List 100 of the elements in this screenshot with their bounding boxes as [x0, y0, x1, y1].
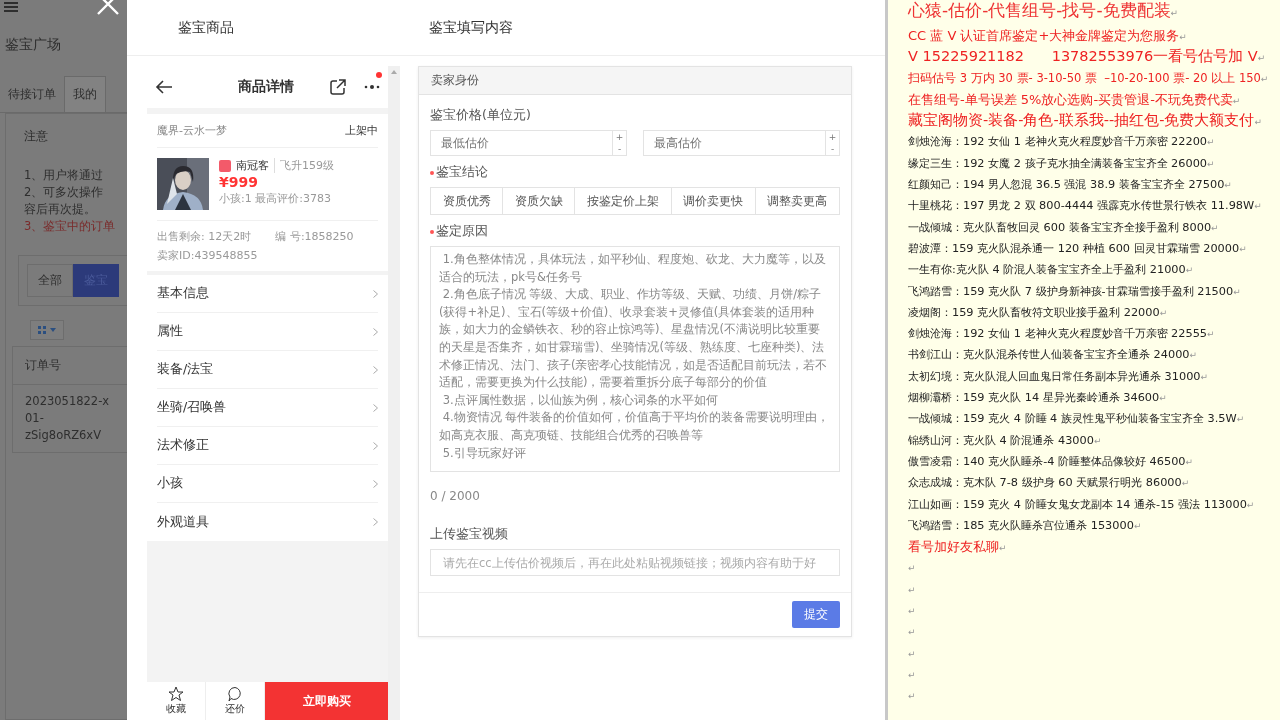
item-number: 编 号:1858250	[275, 229, 354, 244]
paragraph-mark: ↵	[908, 584, 916, 595]
chevron-icon	[373, 441, 378, 450]
menu-item-label: 基本信息	[157, 285, 209, 302]
paragraph-mark: ↵	[1207, 137, 1215, 148]
paragraph-mark: ↵	[1254, 117, 1262, 128]
document-line: 十里桃花：197 男龙 2 双 800-4444 强霹克水传世景行铁衣 11.98W	[908, 199, 1255, 213]
listing-status: 上架中	[345, 123, 378, 138]
document-line: 红颜知己：194 男人忽混 36.5 强混 38.9 装备宝宝齐全 27500	[908, 178, 1225, 192]
chevron-icon	[373, 518, 378, 526]
field-label: 上传鉴宝视频	[430, 526, 509, 543]
character-counter: 0 / 2000	[430, 489, 481, 503]
paragraph-mark: ↵	[1207, 329, 1215, 340]
paragraph-mark: ↵	[908, 606, 916, 616]
panel-title: 鉴宝商品	[177, 18, 235, 37]
document-line: 碧波潭：159 克火队混杀通一 120 种植 600 回灵甘霖瑞雪 20000	[908, 241, 1240, 255]
paragraph-mark: ↵	[1207, 158, 1215, 169]
chevron-icon	[373, 327, 378, 336]
document-line: 扫码估号 3 万内 30 票- 3-10-50 票 –10-20-100 票- 20 以上 150	[908, 70, 1261, 85]
notice-text: 3、鉴宝中的订单	[24, 218, 117, 235]
sale-time-left: 出售剩余: 12天2时	[157, 229, 253, 244]
more-icon[interactable]	[364, 84, 380, 90]
paragraph-mark: ↵	[1224, 180, 1232, 191]
price: ¥999	[219, 174, 259, 190]
back-icon[interactable]	[155, 80, 173, 94]
paragraph-mark: ↵	[908, 648, 916, 659]
menu-item[interactable]: 外观道具	[157, 503, 378, 541]
document-line: 傲雪凌霜：140 克火队睡杀-4 阶睡整体品像较好 46500	[908, 454, 1186, 468]
seller-id: 卖家ID:439548855	[157, 248, 258, 263]
paragraph-mark: ↵	[1181, 478, 1190, 489]
character-stats: 小孩:1 最高评价:3783	[219, 191, 332, 206]
star-icon	[168, 686, 184, 702]
reason-field[interactable]: 1.角色整体情况，具体玩法，如平秒仙、程度炮、砍龙、大力魔等，以及适合的玩法，pk号&任务号 2.角色底子情况 等级、大成、职业、作坊等级、天赋、功绩、月饼/粽子(获得+补足)、宝石(等级+价值)、收录套装+灵修值(具体套装的适用种族，如大力的金鳞铁衣、秒的容止惊鸿等)、星盘情况(不满说明比较重要的天星是否集齐，如甘霖瑞雪)、坐骑情况(等级、熟练度、七座种类)、法术修正情况、法门、孩子(亲密孝心技能情况，如是否适配目前玩法，若不适配，需要更换为什么技能)，需要着重拆分底子每部分的价值 3.点评属性数据，以仙族为例，核心词条的水平如何 4.物资情况 每件装备的价值如何，价值高于平均价的装备需要说明理由，如高克衣服、高克项链、技能组合优秀的召唤兽等 5.引导玩家好评	[430, 246, 840, 472]
video-link-field[interactable]: 请先在cc上传估价视频后，再在此处粘贴视频链接；视频内容有助于好	[430, 549, 840, 576]
chevron-icon	[373, 365, 378, 374]
menu-item[interactable]: 小孩	[157, 465, 378, 503]
menu-item-label: 装备/法宝	[157, 361, 214, 378]
paragraph-mark: ↵	[1189, 350, 1198, 361]
document-line: CC 蓝 V 认证首席鉴定+大神金牌鉴定为您服务	[908, 28, 1180, 43]
document-line: 在售组号-单号误差 5%放心选购-买贵管退-不玩免费代卖	[908, 91, 1233, 107]
paragraph-mark: ↵	[1246, 499, 1255, 510]
paragraph-mark: ↵	[1254, 201, 1262, 212]
paragraph-mark: ↵	[999, 543, 1007, 554]
paragraph-mark: ↵	[908, 669, 916, 680]
notice-title: 注意	[24, 128, 49, 145]
field-label: 鉴定原因	[436, 223, 488, 238]
share-icon[interactable]	[330, 79, 346, 95]
document-line: 缘定三生：192 女魔 2 孩子克水抽全满装备宝宝齐全 26000	[908, 156, 1208, 170]
view-toggle-button[interactable]	[30, 320, 64, 340]
document-line: 剑烛沧海：192 女仙 1 老神火克火程度妙音千万亲密 22555	[908, 327, 1208, 341]
menu-item-label: 小孩	[157, 475, 183, 492]
document-line: 江山如画：159 克火 4 阶睡女鬼女龙副本 14 通杀-15 强法 113000	[908, 497, 1247, 511]
paragraph-mark: ↵	[1236, 414, 1245, 425]
menu-icon[interactable]	[4, 2, 18, 12]
paragraph-mark: ↵	[1233, 286, 1241, 297]
section-header: 卖家身份	[419, 67, 851, 95]
paragraph-mark: ↵	[1133, 520, 1142, 531]
document-line: 书剑江山：克火队混杀传世人仙装备宝宝齐全通杀 24000	[908, 348, 1190, 362]
server-name: 魔界-云水一梦	[157, 123, 227, 138]
menu-item-label: 外观道具	[157, 513, 209, 531]
menu-item-label: 法术修正	[157, 437, 209, 454]
menu-item[interactable]: 属性	[157, 313, 378, 351]
notice-text: 容后再次提。	[24, 201, 97, 218]
menu-item[interactable]: 装备/法宝	[157, 351, 378, 389]
menu-item-label: 属性	[157, 323, 183, 340]
paragraph-mark: ↵	[1185, 265, 1194, 276]
document-line: 一生有你:克火队 4 阶混人装备宝宝齐全上手盈利 21000	[908, 263, 1186, 277]
document-line: V 15225921182 13782553976一看号估号加 V	[908, 48, 1258, 65]
tab[interactable]: 我的	[64, 76, 106, 112]
paragraph-mark: ↵	[1232, 95, 1241, 106]
number-field[interactable]: 最低估价 + -	[430, 130, 627, 156]
document-line: 心猿-估价-代售组号-找号-免费配装	[908, 0, 1171, 20]
document-line: 看号加好友私聊	[908, 539, 999, 555]
number-field[interactable]: 最高估价 + -	[643, 130, 840, 156]
paragraph-mark: ↵	[1260, 73, 1269, 84]
close-icon[interactable]	[95, 0, 121, 16]
submit-button[interactable]: 提交	[792, 601, 840, 628]
document-line: 剑烛沧海：192 女仙 1 老神火克火程度妙音千万亲密 22200	[908, 135, 1208, 149]
paragraph-mark: ↵	[1257, 53, 1266, 64]
character-name: 南冠客	[236, 158, 269, 173]
chevron-icon	[373, 289, 378, 298]
notice-text: 1、用户将通过	[24, 167, 105, 184]
menu-item[interactable]: 坐骑/召唤兽	[157, 389, 378, 427]
document-line: 藏宝阁物资-装备-角色-联系我--抽红包-免费大额支付	[908, 112, 1255, 129]
field-label: 鉴宝结论	[436, 164, 488, 179]
document-line: 一战倾城：159 克火 4 阶睡 4 族灵性鬼平秒仙装备宝宝齐全 3.5W	[908, 412, 1237, 426]
badge-icon	[219, 159, 231, 172]
panel-title: 鉴宝填写内容	[429, 18, 513, 37]
menu-item[interactable]: 法术修正	[157, 427, 378, 465]
paragraph-mark: ↵	[1239, 243, 1247, 254]
table-cell-text: 2023051822-x 01- zSig8oRZ6xV	[24, 393, 111, 444]
paragraph-mark: ↵	[1159, 307, 1168, 318]
buy-now-button[interactable]: 立即购买	[265, 682, 388, 720]
increment-button[interactable]: +	[826, 131, 839, 143]
document-line: 凌烟阁：159 克火队畜牧符文职业接手盈利 22000	[908, 305, 1160, 319]
menu-item[interactable]: 基本信息	[157, 275, 378, 313]
document-line: 太初幻境：克火队混人回血鬼日常任务副本异光通杀 31000	[908, 369, 1201, 383]
increment-button[interactable]: +	[613, 131, 626, 143]
paragraph-mark: ↵	[1179, 32, 1187, 42]
page-title: 鉴宝广场	[4, 36, 62, 54]
